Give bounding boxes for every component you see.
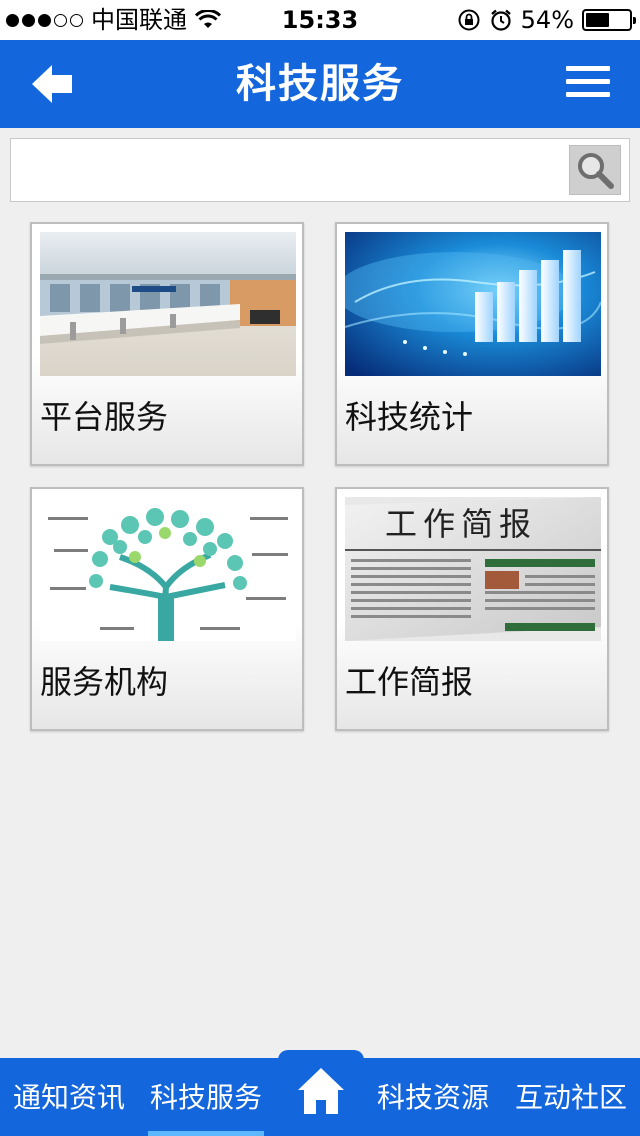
app-screen: 中国联通 15:33 54% 科技服务 平台服务 科技统计 服务机构 工作简报 … bbox=[0, 0, 640, 1136]
battery-level-fill bbox=[586, 13, 609, 27]
tile-service-organizations[interactable]: 服务机构 bbox=[30, 487, 304, 731]
nav-item-notices[interactable]: 通知资讯 bbox=[0, 1058, 138, 1136]
search-bar bbox=[10, 138, 630, 202]
tile-label: 科技统计 bbox=[345, 398, 474, 436]
status-bar: 中国联通 15:33 54% bbox=[0, 0, 640, 40]
bottom-nav: 通知资讯 科技服务 科技资源 互动社区 bbox=[0, 1050, 640, 1136]
tile-work-briefing[interactable]: 工作简报 工作简报 bbox=[335, 487, 609, 731]
alarm-icon bbox=[490, 9, 511, 31]
nav-item-home[interactable] bbox=[278, 1050, 364, 1136]
home-icon bbox=[298, 1068, 344, 1114]
wifi-icon bbox=[195, 10, 221, 28]
app-header: 科技服务 bbox=[0, 40, 640, 128]
tile-label: 服务机构 bbox=[40, 663, 169, 701]
tile-platform-service[interactable]: 平台服务 bbox=[30, 222, 304, 466]
nav-item-tech-services[interactable]: 科技服务 bbox=[148, 1058, 264, 1136]
search-input[interactable] bbox=[11, 139, 567, 201]
tile-tech-statistics[interactable]: 科技统计 bbox=[335, 222, 609, 466]
signal-strength-icon bbox=[6, 13, 83, 27]
status-right: 54% bbox=[457, 0, 636, 40]
carrier-name: 中国联通 bbox=[91, 6, 187, 34]
rotation-lock-icon bbox=[458, 9, 480, 31]
battery-icon bbox=[582, 9, 636, 31]
page-title: 科技服务 bbox=[236, 61, 404, 107]
globe-bar-chart-graphic bbox=[345, 232, 601, 376]
status-left: 中国联通 bbox=[6, 0, 221, 40]
arrow-left-icon[interactable] bbox=[28, 60, 78, 108]
nav-item-tech-resources[interactable]: 科技资源 bbox=[370, 1058, 496, 1136]
hamburger-menu-icon[interactable] bbox=[566, 66, 610, 102]
search-button[interactable] bbox=[569, 145, 621, 195]
newspaper-graphic: 工作简报 bbox=[345, 497, 601, 641]
tile-label: 平台服务 bbox=[40, 398, 169, 436]
newspaper-title: 工作简报 bbox=[385, 505, 537, 543]
service-hall-photo bbox=[40, 232, 296, 376]
battery-percent: 54% bbox=[520, 6, 574, 34]
service-tree-diagram bbox=[40, 497, 296, 641]
tile-label: 工作简报 bbox=[345, 663, 474, 701]
nav-item-community[interactable]: 互动社区 bbox=[506, 1058, 636, 1136]
magnifier-icon bbox=[578, 153, 614, 189]
